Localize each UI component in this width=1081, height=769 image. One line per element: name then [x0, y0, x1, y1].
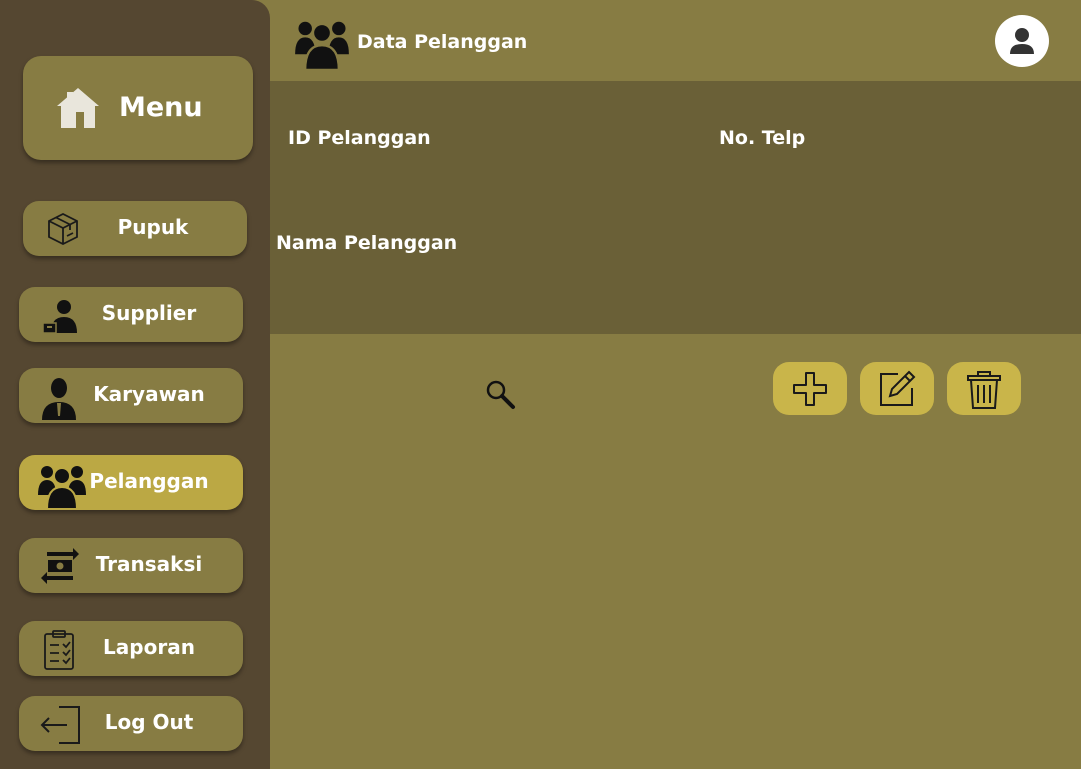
avatar[interactable] — [995, 15, 1049, 67]
nama-pelanggan-label: Nama Pelanggan — [276, 232, 458, 254]
add-button[interactable] — [773, 362, 847, 415]
home-icon — [55, 86, 101, 134]
sidebar-item-supplier[interactable]: Supplier — [19, 287, 243, 342]
sidebar-item-label: Pupuk — [117, 215, 189, 239]
delete-button[interactable] — [947, 362, 1021, 415]
edit-icon — [880, 370, 916, 406]
sidebar-item-label: Transaksi — [95, 552, 203, 576]
sidebar-item-label: Supplier — [101, 301, 197, 325]
user-icon — [1010, 28, 1034, 54]
search-icon[interactable] — [484, 378, 516, 414]
id-pelanggan-label: ID Pelanggan — [288, 127, 431, 149]
sidebar-item-karyawan[interactable]: Karyawan — [19, 368, 243, 423]
group-icon — [294, 15, 350, 75]
sidebar-item-pupuk[interactable]: Pupuk — [23, 201, 247, 256]
menu-card[interactable]: Menu — [23, 56, 253, 160]
form-panel: ID Pelanggan No. Telp Nama Pelanggan — [270, 81, 1081, 334]
sidebar-item-pelanggan[interactable]: Pelanggan — [19, 455, 243, 510]
page-title: Data Pelanggan — [357, 31, 528, 53]
edit-button[interactable] — [860, 362, 934, 415]
sidebar-item-label: Laporan — [103, 635, 195, 659]
sidebar-item-laporan[interactable]: Laporan — [19, 621, 243, 676]
sidebar-item-logout[interactable]: Log Out — [19, 696, 243, 751]
sidebar: Menu Pupuk Supplier Karyawan Pelanggan T… — [0, 0, 270, 769]
plus-icon — [793, 372, 827, 406]
header: Data Pelanggan — [270, 0, 1081, 81]
sidebar-item-transaksi[interactable]: Transaksi — [19, 538, 243, 593]
sidebar-item-label: Pelanggan — [89, 469, 209, 493]
sidebar-item-label: Log Out — [104, 710, 194, 734]
sidebar-item-label: Karyawan — [93, 382, 205, 406]
trash-icon — [967, 371, 1001, 409]
no-telp-label: No. Telp — [719, 127, 806, 149]
menu-label: Menu — [119, 92, 203, 123]
